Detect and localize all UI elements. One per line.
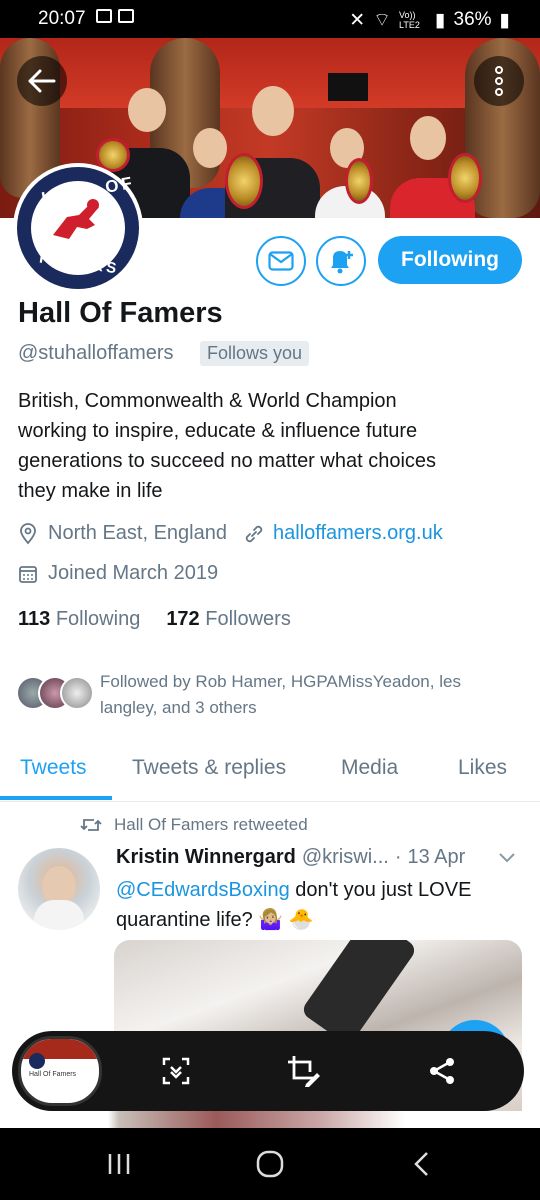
following-count-link[interactable]: 113 Following <box>18 608 140 631</box>
profile-avatar[interactable]: HALL OF FAMERS <box>13 163 143 293</box>
signal-label: Vo)) LTE2 <box>399 10 420 30</box>
retweet-icon <box>80 819 102 831</box>
avatar-figure <box>34 900 84 930</box>
back-button[interactable] <box>17 56 67 106</box>
scroll-capture-icon <box>162 1057 190 1085</box>
status-bar: 20:07 ✕ ⌔ Vo)) LTE2 ▮ 36% ▮ <box>0 0 540 38</box>
wall-window <box>328 73 368 101</box>
home-icon <box>256 1150 284 1178</box>
tweet-date: 13 Apr <box>407 846 466 868</box>
followers-count: 172 <box>166 608 200 630</box>
media-peek <box>0 1111 540 1128</box>
bio-line: working to inspire, educate & influence … <box>18 420 418 442</box>
location-row: North East, England halloffamers.org.uk <box>18 522 443 545</box>
tab-media[interactable]: Media <box>341 756 398 780</box>
arrow-left-icon <box>28 69 56 93</box>
location-text: North East, England <box>48 522 227 544</box>
championship-belt <box>345 158 373 204</box>
thumbnail-avatar <box>29 1053 45 1069</box>
recent-apps-icon <box>108 1154 130 1174</box>
android-nav-bar <box>0 1128 540 1200</box>
recent-apps-button[interactable] <box>94 1144 144 1184</box>
bio-line: they make in life <box>18 480 163 502</box>
banner-person-head <box>193 128 227 168</box>
follows-you-badge: Follows you <box>200 341 310 366</box>
website-link[interactable]: halloffamers.org.uk <box>273 522 443 545</box>
chevron-left-icon <box>414 1152 428 1176</box>
followed-by-line: Followed by Rob Hamer, HGPAMissYeadon, l… <box>100 672 461 691</box>
tweet-author-name[interactable]: Kristin Winnergard <box>116 846 296 869</box>
location-pin-icon <box>20 522 36 544</box>
retweet-context: Hall Of Famers retweeted <box>80 815 308 835</box>
image-icon <box>118 9 134 23</box>
screenshot-thumbnail[interactable]: Hall Of Famers <box>18 1036 102 1106</box>
scroll-capture-button[interactable] <box>156 1051 196 1091</box>
follow-counts: 113 Following 172 Followers <box>18 608 291 631</box>
notification-icons <box>96 9 134 23</box>
followed-by-avatars[interactable] <box>16 676 96 712</box>
wifi-icon: ⌔ <box>373 10 392 31</box>
following-button[interactable]: Following <box>378 236 522 284</box>
profile-bio: British, Commonwealth & World Champion w… <box>18 386 518 506</box>
profile-handle: @stuhalloffamers <box>18 342 174 364</box>
crop-edit-icon <box>288 1056 320 1087</box>
bio-line: generations to succeed no matter what ch… <box>18 450 437 472</box>
battery-icon: ▮ <box>499 9 510 31</box>
notifications-button[interactable] <box>316 236 366 286</box>
banner-person-head <box>252 86 294 136</box>
thumbnail-title: Hall Of Famers <box>29 1071 77 1078</box>
championship-belt <box>448 153 482 203</box>
followers-label: Followers <box>205 608 291 630</box>
tab-tweets[interactable]: Tweets <box>20 756 87 780</box>
joined-row: Joined March 2019 <box>18 562 218 585</box>
message-button[interactable] <box>256 236 306 286</box>
followed-by-text[interactable]: Followed by Rob Hamer, HGPAMissYeadon, l… <box>100 669 520 721</box>
chevron-down-icon[interactable] <box>498 848 516 869</box>
banner-person-head <box>128 88 166 132</box>
profile-name: Hall Of Famers <box>18 297 223 329</box>
tweet-text-rest: don't you just LOVE <box>289 879 472 901</box>
banner-person-head <box>410 116 446 160</box>
mute-icon: ✕ <box>349 9 366 31</box>
home-button[interactable] <box>245 1144 295 1184</box>
tab-likes[interactable]: Likes <box>458 756 507 780</box>
active-tab-indicator <box>0 796 112 800</box>
battery-level: 36% <box>453 9 492 30</box>
back-nav-button[interactable] <box>396 1144 446 1184</box>
championship-belt <box>225 153 263 209</box>
joined-text: Joined March 2019 <box>48 562 219 584</box>
link-icon <box>245 525 263 542</box>
followers-count-link[interactable]: 172 Followers <box>166 608 291 631</box>
edit-button[interactable] <box>284 1051 324 1091</box>
tweet-text-line: quarantine life? 🤷🏼‍♀️ 🐣 <box>116 909 314 931</box>
mail-icon <box>268 251 294 271</box>
retweeted-by-text: Hall Of Famers retweeted <box>114 815 308 834</box>
following-count: 113 <box>18 608 51 630</box>
following-label: Following <box>55 608 141 630</box>
signal-icon: ▮ <box>435 9 446 31</box>
more-options-button[interactable] <box>474 56 524 106</box>
tweet-separator: · <box>394 846 402 868</box>
bell-plus-icon <box>331 251 353 274</box>
status-right: ✕ ⌔ Vo)) LTE2 ▮ 36% ▮ <box>349 8 510 32</box>
tweet-mention[interactable]: @CEdwardsBoxing <box>116 879 290 901</box>
calendar-icon <box>19 565 37 583</box>
followed-by-line: langley, and 3 others <box>100 698 257 717</box>
avatar <box>60 676 94 710</box>
share-icon <box>430 1058 454 1084</box>
tweet-author-handle: @kriswi... <box>301 846 389 868</box>
tab-tweets-replies[interactable]: Tweets & replies <box>132 756 286 780</box>
bio-line: British, Commonwealth & World Champion <box>18 390 397 412</box>
profile-tabs: Tweets Tweets & replies Media Likes <box>0 744 540 802</box>
voicemail-icon <box>96 9 112 23</box>
tweet-text: @CEdwardsBoxing don't you just LOVE quar… <box>116 875 521 935</box>
share-button[interactable] <box>422 1051 462 1091</box>
screenshot-toolbar: Hall Of Famers <box>12 1031 524 1111</box>
tweet-author-avatar[interactable] <box>18 848 100 930</box>
tweet-header: Kristin Winnergard @kriswi... · 13 Apr <box>116 846 465 869</box>
more-vertical-icon <box>495 66 503 96</box>
status-time: 20:07 <box>38 8 86 29</box>
